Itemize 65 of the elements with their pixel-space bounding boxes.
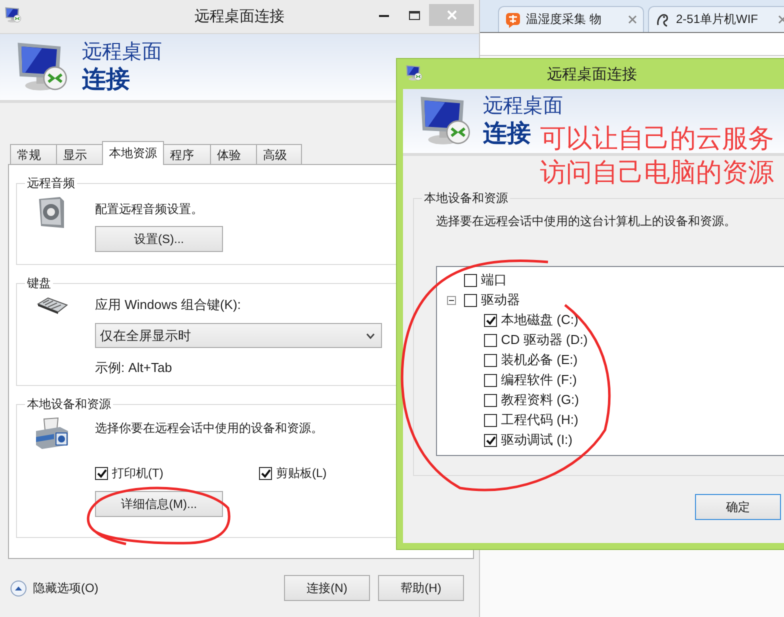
app-icon bbox=[405, 64, 423, 82]
checkbox[interactable] bbox=[464, 274, 477, 286]
checkbox[interactable] bbox=[484, 374, 497, 386]
tab[interactable]: 程序 bbox=[164, 144, 210, 164]
tree-item-label[interactable]: 驱动调试 (I:) bbox=[501, 431, 572, 449]
header-title: 远程桌面 bbox=[82, 40, 162, 65]
header-subtitle: 连接 bbox=[82, 65, 130, 95]
dropdown[interactable]: 仅在全屏显示时 bbox=[95, 323, 382, 348]
description-text: 选择你要在远程会话中使用的设备和资源。 bbox=[95, 420, 323, 437]
tab[interactable]: 高级 bbox=[256, 144, 302, 164]
checkbox[interactable] bbox=[95, 467, 108, 480]
window-title: 远程桌面连接 bbox=[547, 64, 637, 84]
prompt-text: 应用 Windows 组合键(K): bbox=[95, 296, 241, 314]
close-icon[interactable] bbox=[628, 15, 637, 24]
description-text: 配置远程音频设置。 bbox=[95, 201, 203, 218]
window-title: 远程桌面连接 bbox=[194, 7, 284, 26]
header-title: 远程桌面 bbox=[483, 94, 563, 119]
group-label: 本地设备和资源 bbox=[26, 396, 112, 413]
tab[interactable]: 常规 bbox=[10, 144, 56, 164]
tab[interactable]: 显示 bbox=[56, 144, 102, 164]
checkbox[interactable] bbox=[484, 334, 497, 346]
printer-icon bbox=[34, 417, 70, 451]
checkbox[interactable] bbox=[464, 294, 477, 306]
browser-tab[interactable]: 2-51单片机WIF bbox=[648, 6, 784, 32]
dialog-button[interactable]: 连接(N) bbox=[284, 575, 370, 601]
annotation-text: 可以让自己的云服务 bbox=[540, 122, 774, 155]
tree-item-label[interactable]: CD 驱动器 (D:) bbox=[501, 331, 588, 349]
tree-item-label[interactable]: 装机必备 (E:) bbox=[501, 351, 578, 369]
minimize-icon bbox=[379, 14, 389, 16]
checkbox[interactable] bbox=[484, 434, 497, 446]
tree-item-label[interactable]: 本地磁盘 (C:) bbox=[501, 311, 578, 329]
checkbox-label: 打印机(T) bbox=[112, 465, 164, 482]
checkbox[interactable] bbox=[484, 314, 497, 326]
ok-button[interactable]: 确定 bbox=[695, 494, 781, 520]
collapse-icon[interactable] bbox=[10, 580, 27, 596]
tree-item-label[interactable]: 工程代码 (H:) bbox=[501, 411, 578, 429]
browser-tab[interactable]: 温湿度采集 物 bbox=[498, 6, 644, 32]
checkbox[interactable] bbox=[484, 354, 497, 366]
tree-item-label[interactable]: 教程资料 (G:) bbox=[501, 391, 579, 409]
tree-item-label[interactable]: 编程软件 (F:) bbox=[501, 371, 577, 389]
tab[interactable]: 本地资源 bbox=[102, 141, 164, 165]
options-toggle[interactable]: 隐藏选项(O) bbox=[10, 580, 98, 596]
checkbox-label: 剪贴板(L) bbox=[276, 465, 327, 482]
checkbox[interactable] bbox=[259, 467, 272, 480]
header-subtitle: 连接 bbox=[483, 119, 531, 149]
maximize-icon bbox=[408, 10, 420, 20]
annotation-text: 访问自己电脑的资源 bbox=[540, 156, 774, 189]
collapse-icon[interactable] bbox=[447, 296, 456, 304]
details-button[interactable]: 详细信息(M)... bbox=[95, 491, 223, 517]
tab[interactable]: 体验 bbox=[210, 144, 256, 164]
checkbox[interactable] bbox=[484, 394, 497, 406]
settings-button[interactable]: 设置(S)... bbox=[95, 226, 223, 252]
app-icon bbox=[4, 6, 22, 24]
group-label: 本地设备和资源 bbox=[423, 190, 509, 207]
checkbox[interactable] bbox=[484, 414, 497, 426]
keyboard-icon bbox=[36, 296, 68, 314]
description-text: 选择要在远程会话中使用的这台计算机上的设备和资源。 bbox=[436, 213, 737, 230]
tree-item-label[interactable]: 驱动器 bbox=[481, 291, 520, 309]
group-label: 键盘 bbox=[26, 275, 52, 292]
close-icon bbox=[446, 10, 456, 20]
tree-item-label[interactable]: 端口 bbox=[481, 271, 507, 289]
example-text: 示例: Alt+Tab bbox=[95, 359, 172, 377]
dialog-button[interactable]: 帮助(H) bbox=[378, 575, 464, 601]
chevron-icon bbox=[366, 332, 375, 338]
group-label: 远程音频 bbox=[26, 175, 76, 192]
